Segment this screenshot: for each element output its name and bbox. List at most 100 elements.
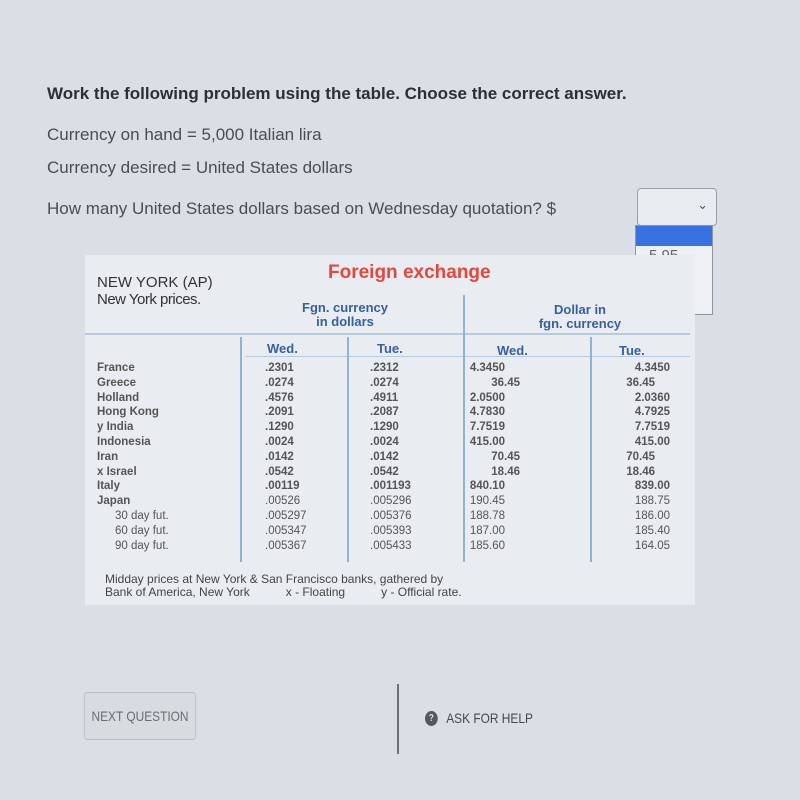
instruction: Work the following problem using the tab…	[47, 84, 627, 103]
next-question-button[interactable]: NEXT QUESTION	[83, 692, 197, 740]
cell-fgn-tue: .005393	[370, 524, 412, 537]
group-header-line: in dollars	[316, 314, 374, 329]
cell-dollar-wed: 36.45	[491, 376, 520, 389]
cell-fgn-wed: .005347	[265, 524, 307, 537]
cell-country: Hong Kong	[97, 406, 159, 419]
table-source-sub: New York prices.	[97, 291, 201, 308]
cell-dollar-wed: 2.0500	[469, 391, 505, 404]
cell-fgn-tue: .005376	[370, 510, 412, 522]
cell-fgn-tue: .1290	[370, 421, 399, 434]
cell-dollar-tue: 185.40	[634, 524, 670, 537]
group-header-line: Dollar in	[553, 302, 606, 317]
cell-country: 60 day fut.	[115, 524, 169, 537]
cell-dollar-wed: 4.3450	[469, 362, 505, 374]
cell-dollar-wed: 190.45	[469, 495, 505, 508]
dropdown-option-blank[interactable]	[636, 226, 712, 246]
cell-dollar-tue: 36.45	[626, 376, 655, 389]
cell-country: Indonesia	[97, 436, 151, 448]
group-header-dollar: Dollar in fgn. currency	[515, 303, 645, 331]
col-tue: Tue.	[619, 343, 645, 358]
divider	[240, 337, 242, 562]
cell-fgn-wed: .0274	[265, 376, 294, 389]
cell-dollar-wed: 415.00	[469, 436, 505, 448]
cell-dollar-tue: 4.3450	[634, 362, 670, 374]
cell-country: x Israel	[97, 465, 137, 478]
cell-fgn-wed: .005297	[265, 510, 307, 522]
ask-for-help-button[interactable]: ? ASK FOR HELP	[425, 710, 533, 726]
cell-dollar-tue: 70.45	[626, 450, 655, 463]
footnote-x: x - Floating	[285, 585, 346, 599]
cell-country: y India	[97, 421, 134, 434]
divider	[463, 295, 465, 562]
divider	[347, 337, 349, 562]
cell-fgn-wed: .2301	[265, 362, 294, 374]
ask-for-help-label: ASK FOR HELP	[446, 710, 533, 726]
cell-country: France	[97, 362, 135, 374]
cell-dollar-tue: 2.0360	[634, 391, 670, 404]
footnote-y: y - Official rate.	[381, 585, 462, 599]
cell-country: Iran	[97, 450, 119, 463]
cell-fgn-wed: .1290	[265, 421, 294, 434]
col-wed: Wed.	[267, 341, 298, 356]
cell-fgn-tue: .0274	[370, 376, 399, 389]
cell-country: 30 day fut.	[115, 510, 169, 522]
group-header-line: Fgn. currency	[302, 300, 388, 315]
cell-dollar-wed: 840.10	[469, 480, 505, 493]
cell-fgn-tue: .0024	[370, 436, 399, 448]
cell-fgn-tue: .0142	[370, 450, 399, 463]
cell-dollar-tue: 18.46	[626, 465, 655, 478]
cell-dollar-tue: 186.00	[634, 510, 670, 522]
cell-dollar-tue: 164.05	[634, 539, 670, 552]
cell-fgn-wed: .0142	[265, 450, 294, 463]
cell-fgn-tue: .005433	[370, 539, 412, 552]
cell-fgn-wed: .0542	[265, 465, 294, 478]
table-title: Foreign exchange	[328, 262, 491, 283]
currency-on-hand: Currency on hand = 5,000 Italian lira	[47, 125, 322, 144]
cell-dollar-wed: 4.7830	[469, 406, 505, 419]
chevron-down-icon: ⌄	[697, 197, 708, 212]
cell-dollar-tue: 415.00	[634, 436, 670, 448]
col-wed: Wed.	[497, 343, 528, 358]
currency-desired: Currency desired = United States dollars	[47, 158, 353, 177]
cell-fgn-tue: .2312	[370, 362, 399, 374]
cell-dollar-wed: 187.00	[469, 524, 505, 537]
group-header-line: fgn. currency	[538, 316, 622, 331]
cell-country: Holland	[97, 391, 140, 404]
cell-dollar-tue: 4.7925	[634, 406, 670, 419]
cell-fgn-tue: .0542	[370, 465, 399, 478]
cell-fgn-wed: .00526	[265, 495, 301, 508]
col-tue: Tue.	[377, 341, 403, 356]
cell-dollar-tue: 7.7519	[634, 421, 670, 434]
cell-fgn-wed: .0024	[265, 436, 294, 448]
table-source: NEW YORK (AP)	[97, 274, 213, 291]
exchange-table: NEW YORK (AP) New York prices. Foreign e…	[85, 255, 695, 605]
divider	[397, 684, 399, 754]
cell-country: Italy	[97, 480, 121, 493]
cell-fgn-tue: .001193	[370, 480, 411, 493]
cell-dollar-wed: 70.45	[491, 450, 520, 463]
cell-dollar-wed: 185.60	[469, 539, 505, 552]
cell-fgn-wed: .00119	[265, 480, 300, 493]
cell-country: Japan	[97, 495, 131, 508]
answer-dropdown[interactable]: ⌄	[637, 188, 717, 226]
question-prompt: How many United States dollars based on …	[47, 199, 557, 218]
cell-country: Greece	[97, 376, 137, 389]
cell-fgn-wed: .4576	[265, 391, 294, 404]
cell-fgn-wed: .005367	[265, 539, 307, 552]
cell-country: 90 day fut.	[115, 539, 169, 552]
cell-dollar-tue: 839.00	[634, 480, 670, 493]
divider	[85, 333, 690, 335]
group-header-fgn: Fgn. currency in dollars	[290, 301, 400, 329]
cell-fgn-tue: .005296	[370, 495, 412, 508]
footnote: Midday prices at New York & San Francisc…	[105, 573, 462, 599]
footnote-line: Bank of America, New York x - Floating y -…	[105, 586, 462, 599]
cell-fgn-wed: .2091	[265, 406, 294, 419]
cell-dollar-wed: 188.78	[469, 510, 505, 522]
cell-dollar-wed: 18.46	[491, 465, 520, 478]
question-circle-icon: ?	[425, 710, 438, 726]
cell-dollar-tue: 188.75	[634, 495, 670, 508]
cell-dollar-wed: 7.7519	[469, 421, 505, 434]
cell-fgn-tue: .2087	[370, 406, 399, 419]
cell-fgn-tue: .4911	[370, 391, 399, 404]
divider	[590, 337, 592, 562]
